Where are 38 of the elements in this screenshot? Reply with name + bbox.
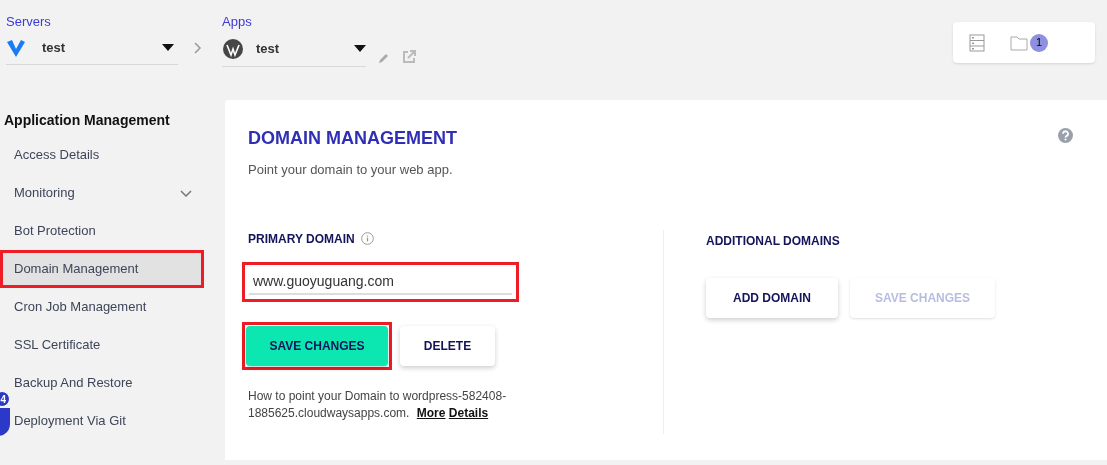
- sidebar-item[interactable]: Access Details: [12, 136, 204, 174]
- sidebar-item[interactable]: Backup And Restore: [12, 364, 204, 402]
- sidebar-item[interactable]: Deployment Via Git: [12, 402, 204, 440]
- more-details-link[interactable]: More: [416, 405, 446, 420]
- panel-title: DOMAIN MANAGEMENT: [248, 127, 457, 150]
- info-icon[interactable]: [360, 232, 374, 245]
- sidebar-item[interactable]: Monitoring: [12, 174, 204, 212]
- server-name[interactable]: test: [42, 37, 66, 58]
- chat-badge: 4: [0, 391, 10, 407]
- chevron-down-icon[interactable]: [180, 189, 192, 197]
- more-details-link[interactable]: Details: [448, 405, 489, 420]
- action-button[interactable]: ADD DOMAIN: [706, 277, 838, 318]
- primary-domain-label: PRIMARY DOMAIN: [248, 230, 355, 248]
- action-button[interactable]: SAVE CHANGES: [246, 325, 388, 366]
- logo-icon: [6, 38, 26, 57]
- sidebar-item[interactable]: SSL Certificate: [12, 326, 204, 364]
- sidebar-item[interactable]: Domain Management: [0, 250, 204, 288]
- panel-subtitle: Point your domain to your web app.: [248, 161, 454, 179]
- help-icon[interactable]: [1058, 128, 1073, 143]
- dropdown-caret-icon[interactable]: [354, 45, 366, 52]
- sidebar-item[interactable]: Cron Job Management: [12, 288, 204, 326]
- sidebar-item[interactable]: Bot Protection: [12, 212, 204, 250]
- additional-domains-label: ADDITIONAL DOMAINS: [706, 232, 841, 250]
- notification-badge: 1: [1030, 33, 1048, 52]
- help-text: How to point your Domain to wordpress-582408-1885625.cloudwaysapps.com. More Details: [248, 387, 508, 422]
- pencil-icon[interactable]: [378, 52, 390, 64]
- wordpress-icon: [222, 37, 244, 60]
- folder-icon[interactable]: [1010, 34, 1028, 51]
- app-name[interactable]: test: [256, 38, 280, 59]
- servers-label: Servers: [6, 13, 52, 31]
- external-link-icon[interactable]: [402, 50, 416, 64]
- sidebar-heading: Application Management: [3, 111, 171, 130]
- chevron-right-icon: [194, 42, 202, 54]
- domain-field[interactable]: www.guoyuguang.com: [242, 261, 519, 302]
- action-button[interactable]: DELETE: [400, 325, 495, 366]
- server-stack-icon[interactable]: [969, 33, 985, 52]
- dropdown-caret-icon[interactable]: [162, 44, 174, 51]
- apps-label: Apps: [222, 13, 253, 31]
